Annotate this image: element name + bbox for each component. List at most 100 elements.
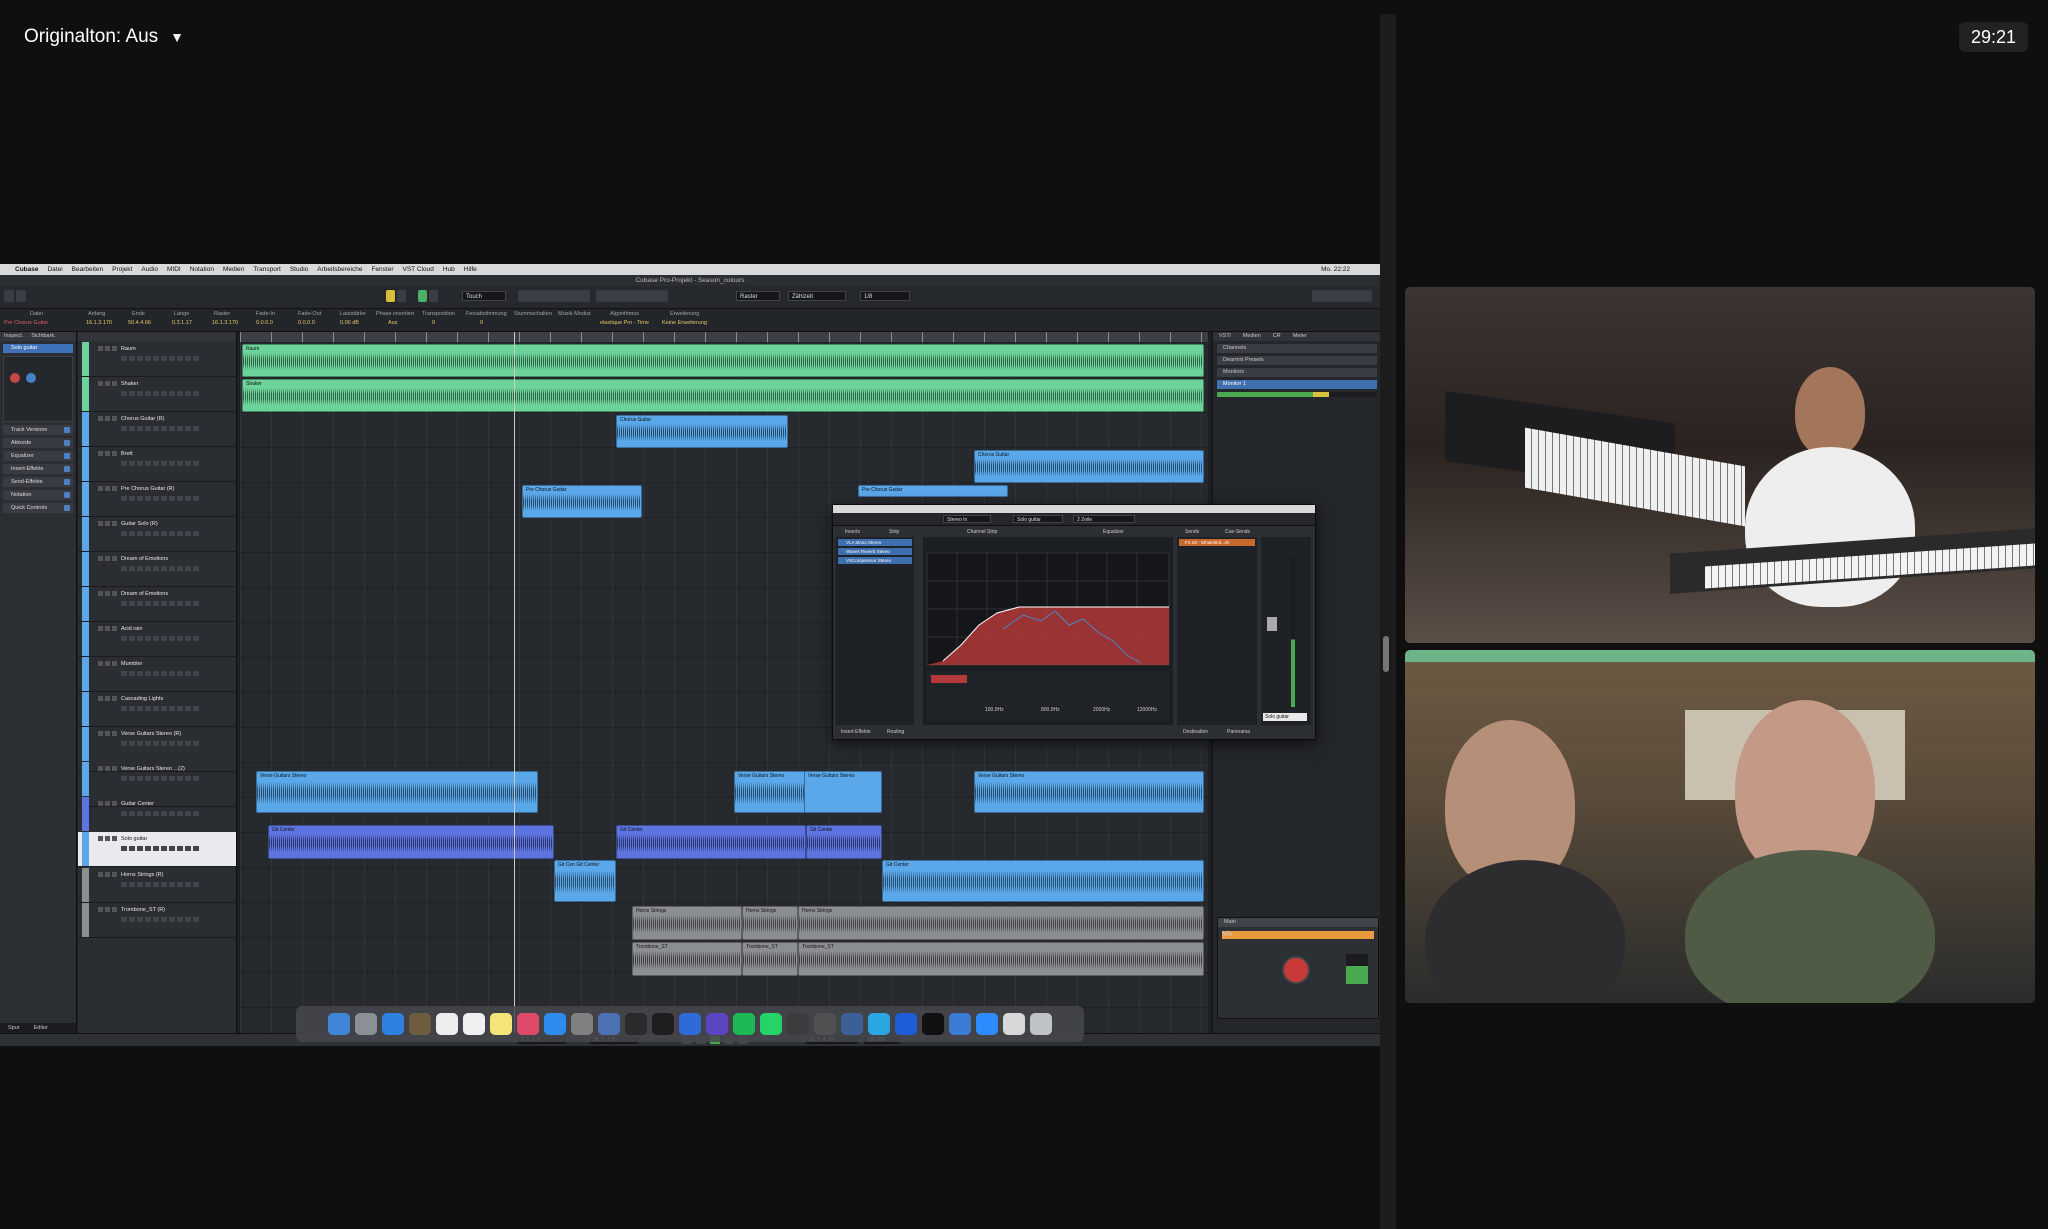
remote-desktop-icon[interactable] xyxy=(949,1013,971,1035)
input-routing-select[interactable]: Stereo In xyxy=(943,515,991,523)
track-row[interactable]: Shaker xyxy=(78,377,236,412)
track-controls[interactable] xyxy=(121,636,201,641)
info-value[interactable]: 0 xyxy=(432,320,435,326)
tab-destination[interactable]: Destination xyxy=(1183,729,1208,735)
inspector-section[interactable]: Equalizer xyxy=(3,451,73,461)
track-color-strip[interactable] xyxy=(82,412,89,446)
tab-media[interactable]: Medien xyxy=(1243,332,1261,341)
track-controls[interactable] xyxy=(121,671,201,676)
info-value[interactable]: 0.0.0.0 xyxy=(256,320,273,326)
audio-event[interactable]: Verse Guitars Stereo xyxy=(804,771,882,813)
info-value[interactable]: 0 xyxy=(480,320,483,326)
channel-window-titlebar[interactable] xyxy=(833,505,1315,513)
info-value[interactable]: 0.0.0.0 xyxy=(298,320,315,326)
track-color-strip[interactable] xyxy=(82,692,89,726)
track-name[interactable]: Solo guitar xyxy=(121,836,147,842)
track-row[interactable]: Cascading Lights xyxy=(78,692,236,727)
audio-event[interactable]: Pre Chorus Guitar xyxy=(522,485,642,518)
shazam-icon[interactable] xyxy=(895,1013,917,1035)
track-controls[interactable] xyxy=(121,776,201,781)
dropbox-icon[interactable] xyxy=(679,1013,701,1035)
audio-event[interactable]: Git Center xyxy=(806,825,882,859)
tool-buttons[interactable] xyxy=(518,290,590,302)
track-color-strip[interactable] xyxy=(82,832,89,866)
audio-event[interactable]: Verse Guitars Stereo xyxy=(974,771,1204,813)
tab-vsti[interactable]: VSTi xyxy=(1219,332,1231,341)
track-controls[interactable] xyxy=(121,882,201,887)
main-volume-knob[interactable] xyxy=(1282,956,1310,984)
eq-curve-display[interactable] xyxy=(923,537,1173,725)
quantize-select[interactable]: 1/8 xyxy=(860,291,910,301)
track-controls[interactable] xyxy=(121,706,201,711)
cursor-app-icon[interactable] xyxy=(922,1013,944,1035)
track-record-monitor-buttons[interactable] xyxy=(98,486,118,491)
timeline-ruler[interactable] xyxy=(240,332,1208,342)
info-value[interactable]: elastique Pro - Time xyxy=(600,320,649,326)
track-color-strip[interactable] xyxy=(82,447,89,481)
eq-band-freq[interactable]: 2000Hz xyxy=(1093,707,1110,713)
eq-band-freq[interactable]: 800.0Hz xyxy=(1041,707,1060,713)
track-row[interactable]: Chorus Guitar (R) xyxy=(78,412,236,447)
downloads-folder-icon[interactable] xyxy=(1003,1013,1025,1035)
volume-knob[interactable] xyxy=(10,373,20,383)
insert-slot[interactable]: VSCompressor Stereo xyxy=(838,557,912,564)
track-color-strip[interactable] xyxy=(82,517,89,551)
track-record-monitor-buttons[interactable] xyxy=(98,907,118,912)
track-record-monitor-buttons[interactable] xyxy=(98,731,118,736)
notes-icon[interactable] xyxy=(490,1013,512,1035)
menu-item[interactable]: Audio xyxy=(141,266,158,273)
track-name[interactable]: Guitar Solo (R) xyxy=(121,521,158,527)
tab-visibility[interactable]: Sichtbark. xyxy=(31,332,55,341)
tab-panorama[interactable]: Panorama xyxy=(1227,729,1250,735)
menu-item[interactable]: MIDI xyxy=(167,266,181,273)
track-controls[interactable] xyxy=(121,566,201,571)
rows-select[interactable]: 2 Zeile xyxy=(1073,515,1135,523)
cubase-icon[interactable] xyxy=(814,1013,836,1035)
info-value[interactable]: Pre Chorus Guitar xyxy=(4,320,48,326)
track-name[interactable]: Guitar Center xyxy=(121,801,154,807)
audio-event[interactable]: Horns Strings xyxy=(798,906,1204,940)
reminders-icon[interactable] xyxy=(463,1013,485,1035)
track-controls[interactable] xyxy=(121,811,201,816)
right-zone-section[interactable]: Monitors xyxy=(1217,368,1377,377)
track-record-monitor-buttons[interactable] xyxy=(98,451,118,456)
track-record-monitor-buttons[interactable] xyxy=(98,661,118,666)
track-record-monitor-buttons[interactable] xyxy=(98,346,118,351)
track-record-monitor-buttons[interactable] xyxy=(98,521,118,526)
track-color-strip[interactable] xyxy=(82,797,89,831)
menu-item[interactable]: Notation xyxy=(190,266,214,273)
track-name[interactable]: Verse Guitars Stereo (R) xyxy=(121,731,181,737)
participant-video-keyboard[interactable] xyxy=(1405,287,2035,643)
track-controls[interactable] xyxy=(121,391,201,396)
inspector-section[interactable]: Notation xyxy=(3,490,73,500)
track-name[interactable]: Verse Guitars Stereo ...(2) xyxy=(121,766,185,772)
track-name[interactable]: Mumbler xyxy=(121,661,142,667)
zoom-icon[interactable] xyxy=(976,1013,998,1035)
menu-item[interactable]: Arbeitsbereiche xyxy=(317,266,362,273)
inspector-section[interactable]: Send-Effekte xyxy=(3,477,73,487)
track-controls[interactable] xyxy=(121,741,201,746)
track-record-monitor-buttons[interactable] xyxy=(98,766,118,771)
info-value[interactable]: 16.1.3.170 xyxy=(86,320,112,326)
menu-item[interactable]: Hilfe xyxy=(464,266,477,273)
grid-type-select[interactable]: Zähizeit xyxy=(788,291,846,301)
insert-slot[interactable]: Waves Reverb Stereo xyxy=(838,548,912,555)
audio-event[interactable]: Pre Chorus Guitar xyxy=(858,485,1008,497)
track-name[interactable]: Cascading Lights xyxy=(121,696,163,702)
track-row[interactable]: Acid rain xyxy=(78,622,236,657)
audio-event[interactable]: Git Cen Git Center xyxy=(554,860,616,902)
edit-tool-buttons[interactable] xyxy=(596,290,668,302)
track-name[interactable]: Dream of Emotions xyxy=(121,591,168,597)
audio-event[interactable]: Shaker xyxy=(242,379,1204,412)
inspector-section[interactable]: Insert-Effekte xyxy=(3,464,73,474)
tab-routing[interactable]: Routing xyxy=(887,729,904,735)
track-row[interactable]: Guitar Solo (R) xyxy=(78,517,236,552)
track-controls[interactable] xyxy=(121,426,201,431)
track-name[interactable]: Acid rain xyxy=(121,626,142,632)
snap-type-select[interactable]: Raster xyxy=(736,291,780,301)
utility-icon[interactable] xyxy=(841,1013,863,1035)
inspector-track-name[interactable]: Solo guitar xyxy=(3,344,73,353)
eq-band-freq[interactable]: 100.0Hz xyxy=(985,707,1004,713)
track-row[interactable]: Brett xyxy=(78,447,236,482)
track-record-monitor-buttons[interactable] xyxy=(98,416,118,421)
